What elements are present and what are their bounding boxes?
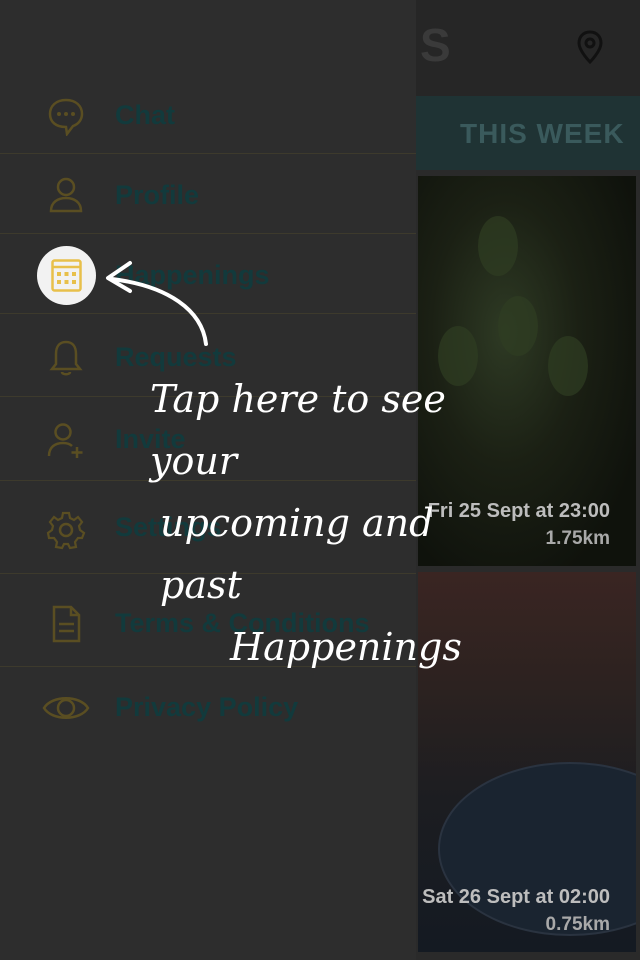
menu-item-chat[interactable]: Chat (0, 96, 416, 152)
menu-item-label: Privacy Policy (115, 692, 299, 722)
card-date: Sat 26 Sept at 02:00 (422, 886, 610, 908)
card-distance: 0.75km (545, 914, 610, 935)
chat-bubble-icon (48, 98, 84, 136)
photo-detail (548, 336, 588, 396)
document-icon (52, 605, 81, 643)
photo-detail (478, 216, 518, 276)
coach-mark-text: Tap here to see your upcoming and past H… (150, 368, 510, 678)
app-logo: S (420, 19, 451, 71)
divider (0, 153, 416, 154)
tab-this-week[interactable]: THIS WEEK (460, 118, 625, 150)
happenings-highlight[interactable] (37, 246, 96, 305)
menu-item-profile[interactable]: Profile (0, 174, 416, 230)
photo-detail (498, 296, 538, 356)
person-icon (49, 177, 83, 213)
menu-item-privacy[interactable]: Privacy Policy (0, 688, 416, 744)
menu-item-label: Chat (115, 100, 175, 130)
add-person-icon (47, 423, 83, 458)
pointer-arrow-icon (106, 261, 208, 346)
coach-mark-line: upcoming and past (160, 501, 434, 607)
coach-mark-line: Happenings (230, 625, 462, 669)
location-pin-icon[interactable] (576, 30, 604, 64)
gear-icon (46, 511, 86, 550)
menu-item-label: Profile (115, 180, 200, 210)
card-distance: 1.75km (545, 528, 610, 549)
bell-icon (49, 340, 83, 376)
calendar-icon (51, 259, 82, 292)
eye-icon (42, 697, 90, 719)
photo-detail (438, 762, 636, 936)
divider (0, 233, 416, 234)
coach-mark-line: Tap here to see your (150, 377, 446, 483)
